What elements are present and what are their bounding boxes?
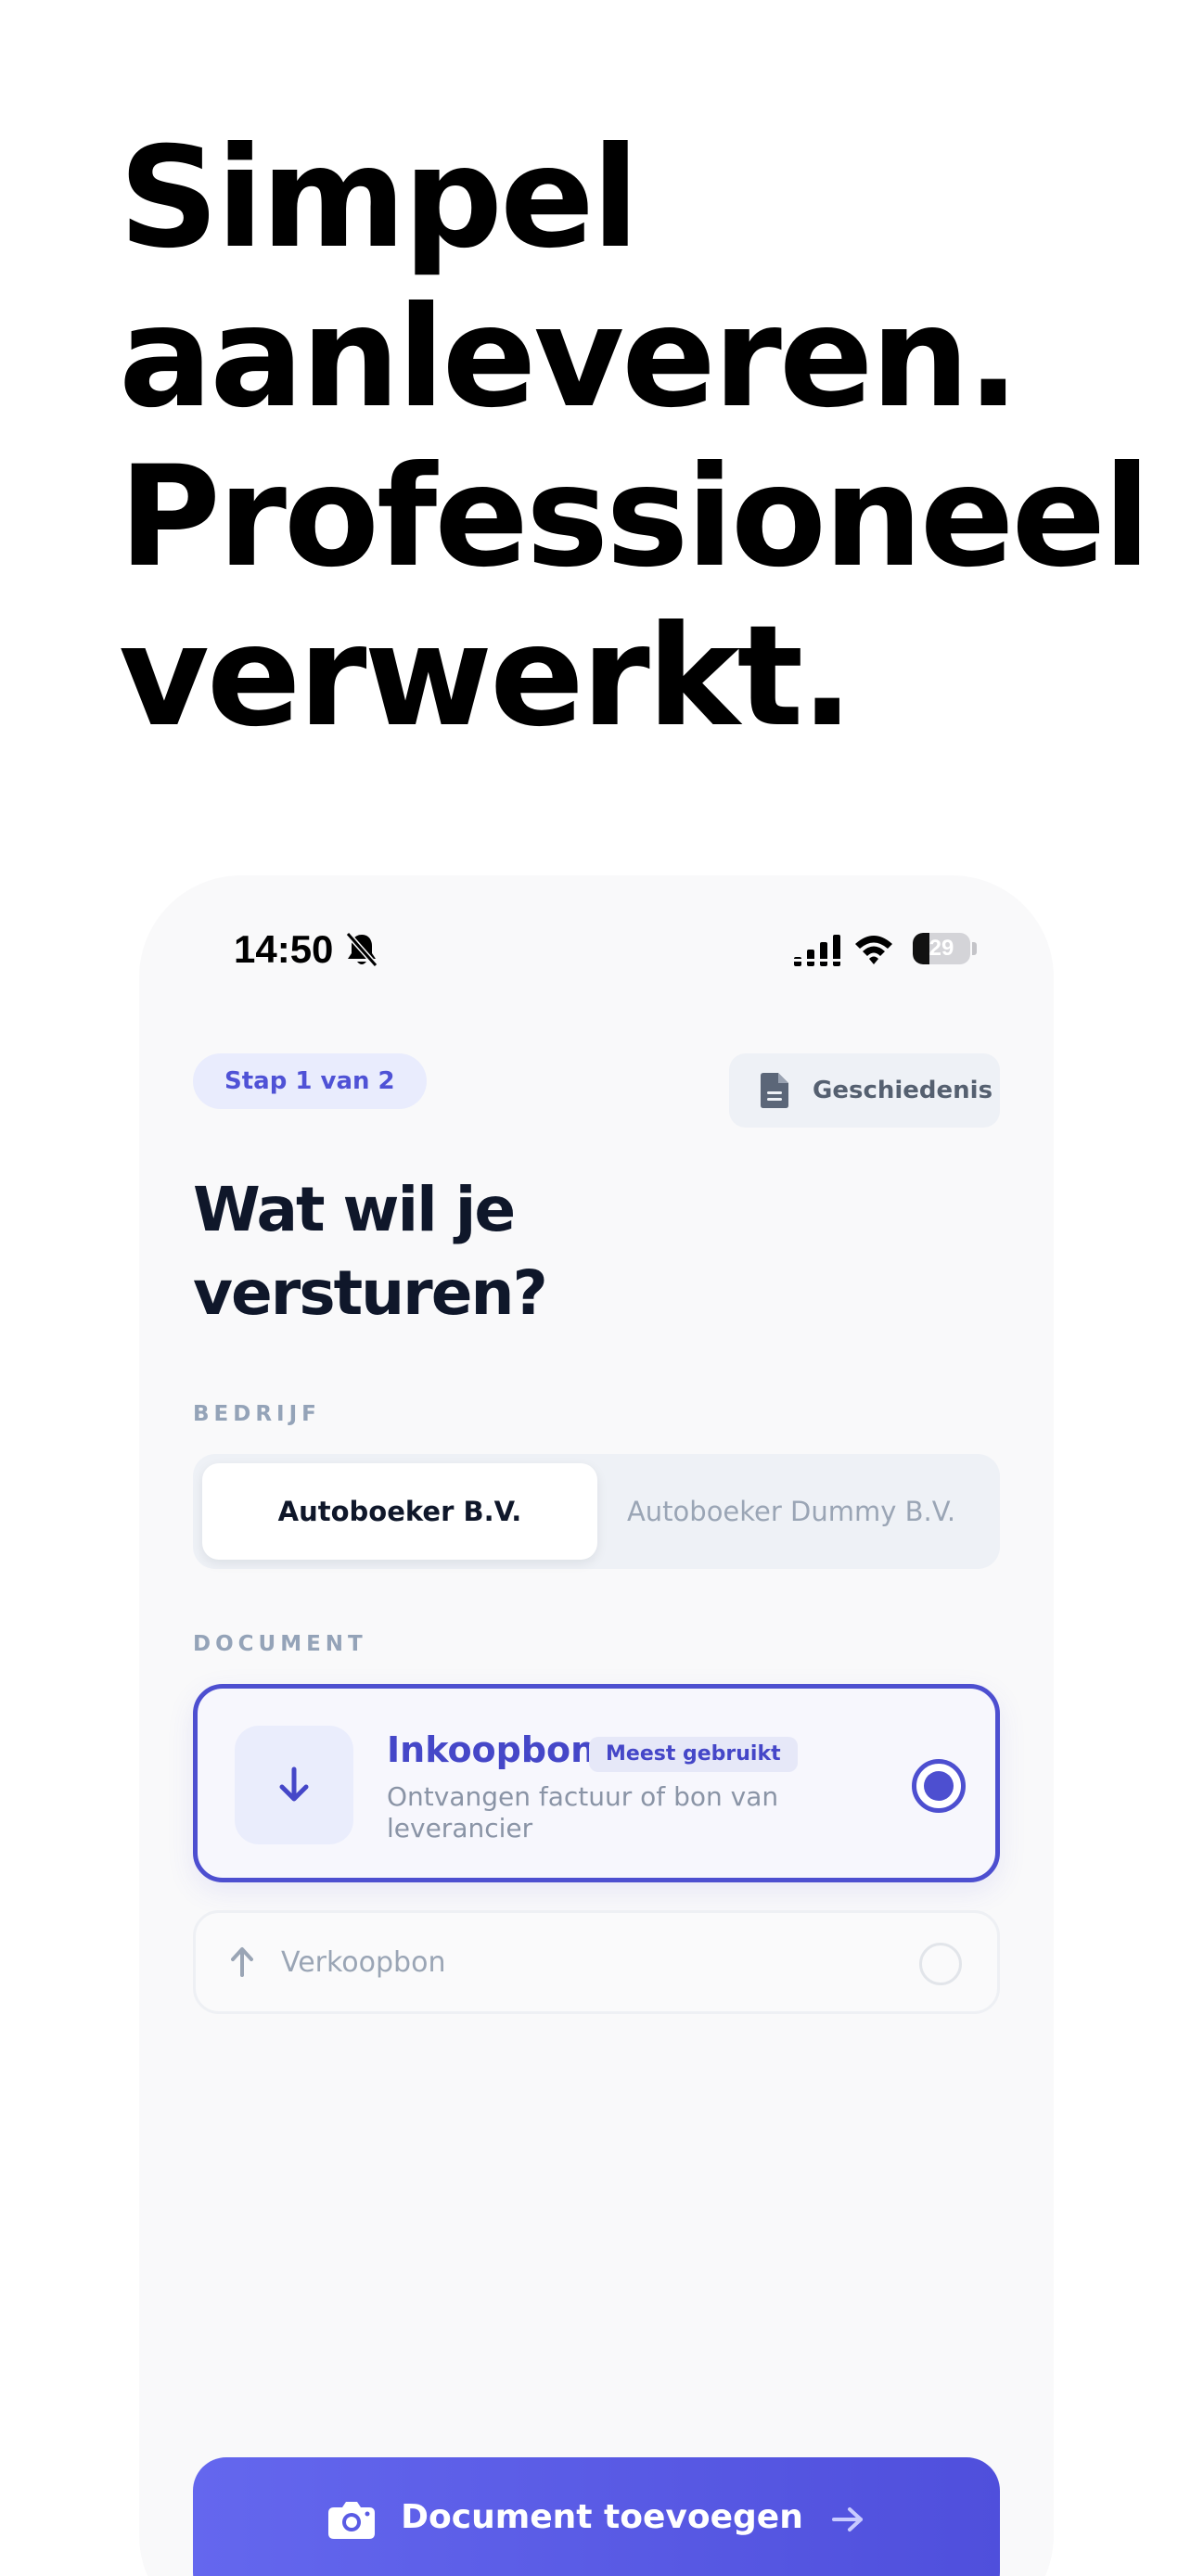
add-document-button[interactable]: Document toevoegen — [193, 2457, 1000, 2576]
company-option-autoboeker-dummy[interactable]: Autoboeker Dummy B.V. — [594, 1463, 989, 1560]
page-title-line-2: versturen? — [193, 1257, 548, 1329]
history-button[interactable]: Geschiedenis — [729, 1053, 1000, 1128]
headline-line-1: Simpel — [119, 118, 639, 279]
company-segmented-control: Autoboeker B.V. Autoboeker Dummy B.V. — [193, 1454, 1000, 1569]
step-badge: Stap 1 van 2 — [193, 1053, 427, 1109]
option-icon-container — [235, 1726, 353, 1844]
headline-line-4: verwerkt. — [119, 596, 853, 758]
radio-selected[interactable] — [912, 1759, 966, 1813]
option-title-verkoopbon: Verkoopbon — [281, 1946, 446, 1979]
document-option-inkoopbon[interactable]: Inkoopbon Meest gebruikt Ontvangen factu… — [193, 1684, 1000, 1882]
battery-percentage: 29 — [928, 936, 954, 961]
option-description-inkoopbon: Ontvangen factuur of bon van leverancier — [387, 1781, 779, 1843]
status-bar: 14:50 29 — [139, 875, 1054, 1024]
arrow-right-icon — [831, 2507, 863, 2531]
arrow-up-icon — [231, 1947, 253, 1977]
battery-icon: 29 — [913, 933, 970, 964]
company-section-label: BEDRIJF — [193, 1402, 321, 1426]
radio-unselected[interactable] — [919, 1943, 962, 1985]
document-section-label: DOCUMENT — [193, 1632, 367, 1656]
wifi-icon — [855, 936, 892, 964]
option-title-inkoopbon: Inkoopbon — [387, 1729, 596, 1770]
arrow-down-icon — [279, 1766, 309, 1802]
page-title-line-1: Wat wil je — [193, 1174, 516, 1245]
headline-line-3: Professioneel — [119, 437, 1151, 598]
history-label: Geschiedenis — [813, 1077, 993, 1104]
page-title: Wat wil je versturen? — [193, 1168, 842, 1335]
phone-mockup: 14:50 29 Stap 1 van 2 Geschiedenis Wat w… — [139, 875, 1054, 2576]
document-option-verkoopbon[interactable]: Verkoopbon — [193, 1910, 1000, 2014]
company-option-autoboeker[interactable]: Autoboeker B.V. — [202, 1463, 597, 1560]
popular-badge: Meest gebruikt — [589, 1737, 798, 1772]
hero-headline: Simpel aanleveren. Professioneel verwerk… — [119, 119, 1158, 757]
cellular-signal-icon — [794, 935, 840, 966]
bell-slash-icon — [345, 932, 378, 967]
add-document-label: Document toevoegen — [401, 2498, 803, 2536]
camera-icon — [328, 2502, 376, 2539]
document-icon — [761, 1073, 788, 1108]
headline-line-2: aanleveren. — [119, 277, 1019, 439]
battery-cap — [972, 942, 977, 955]
status-time: 14:50 — [234, 927, 334, 971]
